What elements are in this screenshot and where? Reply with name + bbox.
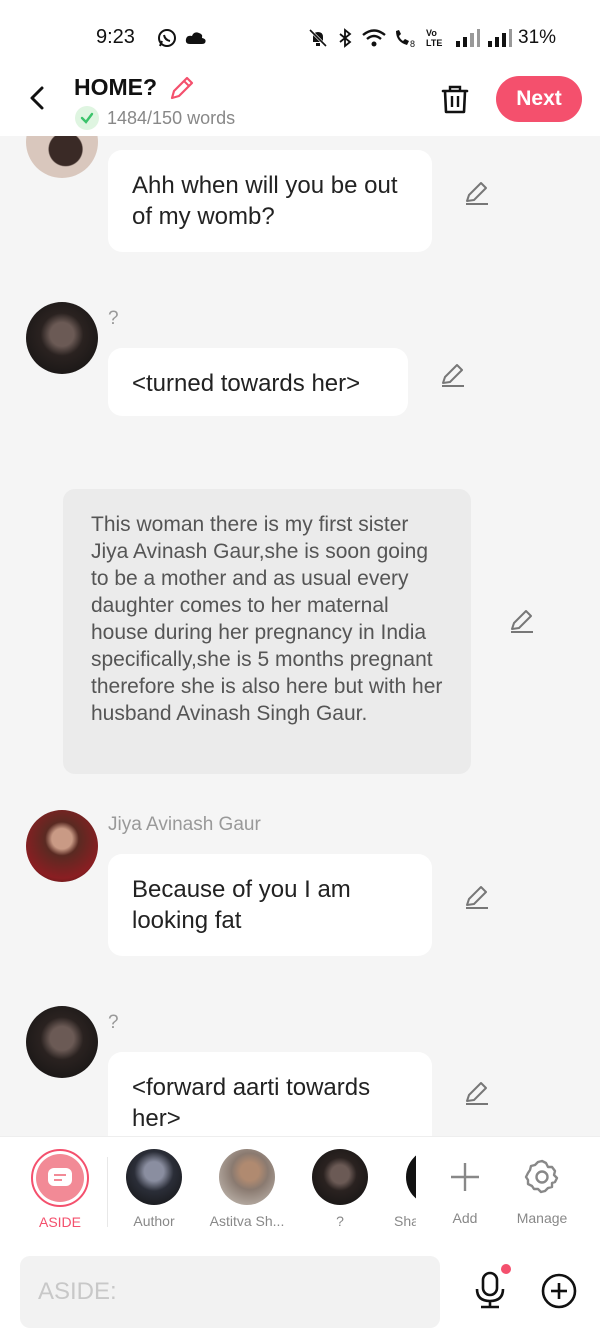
status-bar: 9:23 8 Vo LTE 31% [0, 0, 600, 72]
aside-avatar [31, 1149, 89, 1207]
speaker-name: ? [108, 308, 119, 329]
character-label: Author [133, 1213, 175, 1229]
wifi-call-icon: 8 [392, 26, 420, 50]
whatsapp-icon [156, 26, 178, 50]
trash-icon[interactable] [438, 82, 472, 116]
message-bubble[interactable]: <turned towards her> [108, 348, 408, 416]
chat-area[interactable]: Ahh when will you be out of my womb? ? <… [0, 136, 600, 1136]
input-bar [0, 1244, 600, 1340]
character-astitva[interactable]: Astitva Sh... [202, 1149, 292, 1229]
wifi-icon [360, 26, 388, 50]
chat-bubble-icon [48, 1168, 72, 1186]
message-bubble[interactable]: Ahh when will you be out of my womb? [108, 150, 432, 252]
word-count: 1484/150 words [107, 108, 236, 128]
divider [107, 1157, 108, 1227]
speaker-name: Jiya Avinash Gaur [108, 814, 261, 835]
check-icon [75, 106, 99, 130]
edit-message-icon[interactable] [462, 1078, 492, 1108]
avatar[interactable] [26, 810, 98, 882]
story-title: HOME? [74, 74, 158, 100]
volte-label: Vo LTE [426, 28, 443, 48]
avatar [126, 1149, 182, 1205]
avatar [312, 1149, 368, 1205]
message-bubble[interactable]: <forward aarti towards her> [108, 1052, 432, 1136]
speaker-name: ? [108, 1012, 119, 1033]
character-label: ? [336, 1213, 344, 1229]
microphone-icon[interactable] [470, 1270, 510, 1310]
notification-dot [501, 1264, 511, 1274]
signal-icon-2 [486, 26, 514, 50]
next-button[interactable]: Next [496, 76, 582, 122]
character-label: Astitva Sh... [209, 1213, 285, 1229]
gear-icon [524, 1159, 559, 1194]
avatar[interactable] [26, 1006, 98, 1078]
character-label: Sha [394, 1213, 416, 1229]
character-sha[interactable]: Sha [382, 1149, 416, 1229]
message-bubble[interactable]: Because of you I am looking fat [108, 854, 432, 956]
battery-percent: 31% [518, 27, 557, 48]
avatar [219, 1149, 275, 1205]
signal-icon [454, 26, 482, 50]
mute-icon [307, 26, 329, 50]
character-aside[interactable]: ASIDE [15, 1149, 105, 1230]
avatar[interactable] [26, 136, 98, 178]
message-input[interactable] [20, 1256, 440, 1328]
edit-title-icon[interactable] [168, 74, 196, 102]
avatar [406, 1149, 416, 1205]
add-circle-icon[interactable] [540, 1272, 578, 1310]
character-bar: ASIDE Author Astitva Sh... ? Sha Add Man… [0, 1136, 600, 1244]
bluetooth-icon [336, 26, 354, 50]
edit-message-icon[interactable] [462, 178, 492, 208]
character-unknown[interactable]: ? [295, 1149, 385, 1229]
cloud-icon [184, 26, 208, 50]
character-label: ASIDE [38, 1214, 81, 1230]
edit-message-icon[interactable] [462, 882, 492, 912]
narration-block[interactable]: This woman there is my first sister Jiya… [63, 489, 471, 774]
manage-label: Manage [516, 1210, 568, 1226]
manage-button[interactable]: Manage [497, 1149, 587, 1226]
status-time: 9:23 [96, 26, 135, 48]
app-header: HOME? 1484/150 words Next [0, 72, 600, 136]
avatar[interactable] [26, 302, 98, 374]
svg-text:8: 8 [410, 39, 415, 48]
edit-message-icon[interactable] [507, 606, 537, 636]
back-arrow-icon[interactable] [22, 82, 54, 114]
edit-message-icon[interactable] [438, 360, 468, 390]
plus-icon [451, 1163, 479, 1191]
character-author[interactable]: Author [109, 1149, 199, 1229]
